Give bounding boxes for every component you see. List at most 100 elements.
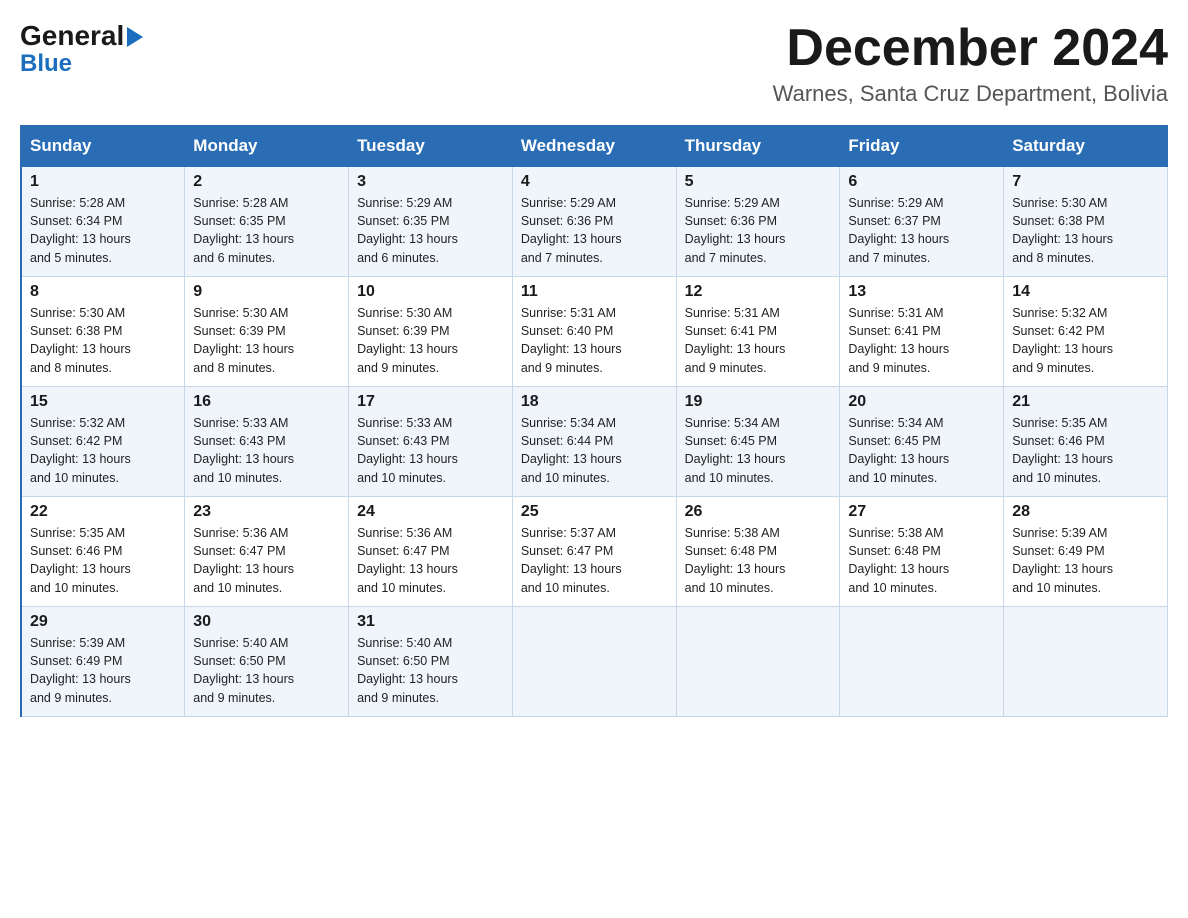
day-number: 22 bbox=[30, 503, 176, 521]
day-number: 12 bbox=[685, 283, 832, 301]
day-of-week-header: Saturday bbox=[1004, 126, 1168, 167]
day-number: 21 bbox=[1012, 393, 1159, 411]
calendar-day-cell: 14 Sunrise: 5:32 AMSunset: 6:42 PMDayligh… bbox=[1004, 277, 1168, 387]
calendar-day-cell: 3Sunrise: 5:29 AMSunset: 6:35 PMDaylight… bbox=[349, 167, 513, 277]
calendar-day-cell: 18 Sunrise: 5:34 AMSunset: 6:44 PMDayligh… bbox=[512, 387, 676, 497]
day-info: Sunrise: 5:34 AMSunset: 6:45 PMDaylight:… bbox=[685, 414, 832, 487]
day-number: 10 bbox=[357, 283, 504, 301]
calendar-day-cell: 22 Sunrise: 5:35 AMSunset: 6:46 PMDayligh… bbox=[21, 497, 185, 607]
calendar-day-cell: 30 Sunrise: 5:40 AMSunset: 6:50 PMDayligh… bbox=[185, 607, 349, 717]
calendar-day-cell: 26 Sunrise: 5:38 AMSunset: 6:48 PMDayligh… bbox=[676, 497, 840, 607]
day-info: Sunrise: 5:29 AMSunset: 6:37 PMDaylight:… bbox=[848, 194, 995, 267]
day-info: Sunrise: 5:32 AMSunset: 6:42 PMDaylight:… bbox=[1012, 304, 1159, 377]
day-of-week-header: Friday bbox=[840, 126, 1004, 167]
calendar-day-cell: 17Sunrise: 5:33 AMSunset: 6:43 PMDayligh… bbox=[349, 387, 513, 497]
calendar-day-cell: 8 Sunrise: 5:30 AMSunset: 6:38 PMDaylight… bbox=[21, 277, 185, 387]
day-number: 31 bbox=[357, 613, 504, 631]
day-number: 24 bbox=[357, 503, 504, 521]
day-info: Sunrise: 5:33 AMSunset: 6:43 PMDaylight:… bbox=[193, 414, 340, 487]
day-info: Sunrise: 5:35 AMSunset: 6:46 PMDaylight:… bbox=[1012, 414, 1159, 487]
logo: General Blue bbox=[20, 20, 143, 78]
day-number: 2 bbox=[193, 173, 340, 191]
day-info: Sunrise: 5:40 AMSunset: 6:50 PMDaylight:… bbox=[357, 634, 504, 707]
day-number: 7 bbox=[1012, 173, 1159, 191]
day-info: Sunrise: 5:32 AMSunset: 6:42 PMDaylight:… bbox=[30, 414, 176, 487]
calendar-day-cell: 25 Sunrise: 5:37 AMSunset: 6:47 PMDayligh… bbox=[512, 497, 676, 607]
calendar-day-cell: 6 Sunrise: 5:29 AMSunset: 6:37 PMDaylight… bbox=[840, 167, 1004, 277]
day-info: Sunrise: 5:38 AMSunset: 6:48 PMDaylight:… bbox=[848, 524, 995, 597]
calendar-day-cell bbox=[676, 607, 840, 717]
calendar-day-cell: 9Sunrise: 5:30 AMSunset: 6:39 PMDaylight… bbox=[185, 277, 349, 387]
day-number: 20 bbox=[848, 393, 995, 411]
day-of-week-header: Sunday bbox=[21, 126, 185, 167]
day-of-week-header: Monday bbox=[185, 126, 349, 167]
day-number: 4 bbox=[521, 173, 668, 191]
location-title: Warnes, Santa Cruz Department, Bolivia bbox=[773, 81, 1168, 107]
calendar-day-cell: 16 Sunrise: 5:33 AMSunset: 6:43 PMDayligh… bbox=[185, 387, 349, 497]
day-number: 11 bbox=[521, 283, 668, 301]
calendar-day-cell: 13Sunrise: 5:31 AMSunset: 6:41 PMDayligh… bbox=[840, 277, 1004, 387]
day-number: 29 bbox=[30, 613, 176, 631]
day-info: Sunrise: 5:29 AMSunset: 6:36 PMDaylight:… bbox=[521, 194, 668, 267]
day-number: 26 bbox=[685, 503, 832, 521]
day-number: 17 bbox=[357, 393, 504, 411]
title-block: December 2024 Warnes, Santa Cruz Departm… bbox=[773, 20, 1168, 107]
day-of-week-header: Thursday bbox=[676, 126, 840, 167]
day-info: Sunrise: 5:28 AMSunset: 6:35 PMDaylight:… bbox=[193, 194, 340, 267]
day-info: Sunrise: 5:40 AMSunset: 6:50 PMDaylight:… bbox=[193, 634, 340, 707]
logo-arrow-icon bbox=[127, 27, 143, 47]
day-info: Sunrise: 5:30 AMSunset: 6:39 PMDaylight:… bbox=[357, 304, 504, 377]
day-number: 8 bbox=[30, 283, 176, 301]
day-number: 28 bbox=[1012, 503, 1159, 521]
calendar-day-cell: 28 Sunrise: 5:39 AMSunset: 6:49 PMDayligh… bbox=[1004, 497, 1168, 607]
calendar-day-cell: 23Sunrise: 5:36 AMSunset: 6:47 PMDayligh… bbox=[185, 497, 349, 607]
day-info: Sunrise: 5:31 AMSunset: 6:40 PMDaylight:… bbox=[521, 304, 668, 377]
calendar-day-cell: 5 Sunrise: 5:29 AMSunset: 6:36 PMDaylight… bbox=[676, 167, 840, 277]
day-info: Sunrise: 5:30 AMSunset: 6:39 PMDaylight:… bbox=[193, 304, 340, 377]
calendar-day-cell: 10 Sunrise: 5:30 AMSunset: 6:39 PMDayligh… bbox=[349, 277, 513, 387]
calendar-day-cell bbox=[1004, 607, 1168, 717]
logo-blue-text: Blue bbox=[20, 50, 143, 78]
day-number: 18 bbox=[521, 393, 668, 411]
day-info: Sunrise: 5:34 AMSunset: 6:44 PMDaylight:… bbox=[521, 414, 668, 487]
calendar-day-cell: 15Sunrise: 5:32 AMSunset: 6:42 PMDayligh… bbox=[21, 387, 185, 497]
day-number: 6 bbox=[848, 173, 995, 191]
day-number: 5 bbox=[685, 173, 832, 191]
calendar-day-cell: 11 Sunrise: 5:31 AMSunset: 6:40 PMDayligh… bbox=[512, 277, 676, 387]
day-info: Sunrise: 5:30 AMSunset: 6:38 PMDaylight:… bbox=[30, 304, 176, 377]
day-info: Sunrise: 5:28 AMSunset: 6:34 PMDaylight:… bbox=[30, 194, 176, 267]
calendar-day-cell: 12 Sunrise: 5:31 AMSunset: 6:41 PMDayligh… bbox=[676, 277, 840, 387]
day-info: Sunrise: 5:29 AMSunset: 6:36 PMDaylight:… bbox=[685, 194, 832, 267]
day-number: 16 bbox=[193, 393, 340, 411]
calendar-day-cell bbox=[512, 607, 676, 717]
calendar-day-cell: 7Sunrise: 5:30 AMSunset: 6:38 PMDaylight… bbox=[1004, 167, 1168, 277]
day-number: 19 bbox=[685, 393, 832, 411]
calendar-day-cell: 20Sunrise: 5:34 AMSunset: 6:45 PMDayligh… bbox=[840, 387, 1004, 497]
day-number: 14 bbox=[1012, 283, 1159, 301]
day-info: Sunrise: 5:37 AMSunset: 6:47 PMDaylight:… bbox=[521, 524, 668, 597]
day-info: Sunrise: 5:38 AMSunset: 6:48 PMDaylight:… bbox=[685, 524, 832, 597]
day-number: 27 bbox=[848, 503, 995, 521]
page-header: General Blue December 2024 Warnes, Santa… bbox=[20, 20, 1168, 107]
calendar-day-cell: 27 Sunrise: 5:38 AMSunset: 6:48 PMDayligh… bbox=[840, 497, 1004, 607]
day-number: 30 bbox=[193, 613, 340, 631]
day-info: Sunrise: 5:35 AMSunset: 6:46 PMDaylight:… bbox=[30, 524, 176, 597]
calendar-table: SundayMondayTuesdayWednesdayThursdayFrid… bbox=[20, 125, 1168, 717]
calendar-day-cell: 1Sunrise: 5:28 AMSunset: 6:34 PMDaylight… bbox=[21, 167, 185, 277]
day-info: Sunrise: 5:31 AMSunset: 6:41 PMDaylight:… bbox=[685, 304, 832, 377]
day-number: 25 bbox=[521, 503, 668, 521]
day-info: Sunrise: 5:29 AMSunset: 6:35 PMDaylight:… bbox=[357, 194, 504, 267]
day-info: Sunrise: 5:36 AMSunset: 6:47 PMDaylight:… bbox=[193, 524, 340, 597]
day-info: Sunrise: 5:31 AMSunset: 6:41 PMDaylight:… bbox=[848, 304, 995, 377]
calendar-week-row: 8 Sunrise: 5:30 AMSunset: 6:38 PMDaylight… bbox=[21, 277, 1168, 387]
day-info: Sunrise: 5:39 AMSunset: 6:49 PMDaylight:… bbox=[1012, 524, 1159, 597]
calendar-day-cell: 24Sunrise: 5:36 AMSunset: 6:47 PMDayligh… bbox=[349, 497, 513, 607]
calendar-day-cell: 2 Sunrise: 5:28 AMSunset: 6:35 PMDaylight… bbox=[185, 167, 349, 277]
calendar-day-cell bbox=[840, 607, 1004, 717]
logo-general-text: General bbox=[20, 20, 124, 52]
calendar-day-cell: 19 Sunrise: 5:34 AMSunset: 6:45 PMDayligh… bbox=[676, 387, 840, 497]
day-info: Sunrise: 5:39 AMSunset: 6:49 PMDaylight:… bbox=[30, 634, 176, 707]
calendar-header-row: SundayMondayTuesdayWednesdayThursdayFrid… bbox=[21, 126, 1168, 167]
calendar-day-cell: 31 Sunrise: 5:40 AMSunset: 6:50 PMDayligh… bbox=[349, 607, 513, 717]
day-of-week-header: Tuesday bbox=[349, 126, 513, 167]
